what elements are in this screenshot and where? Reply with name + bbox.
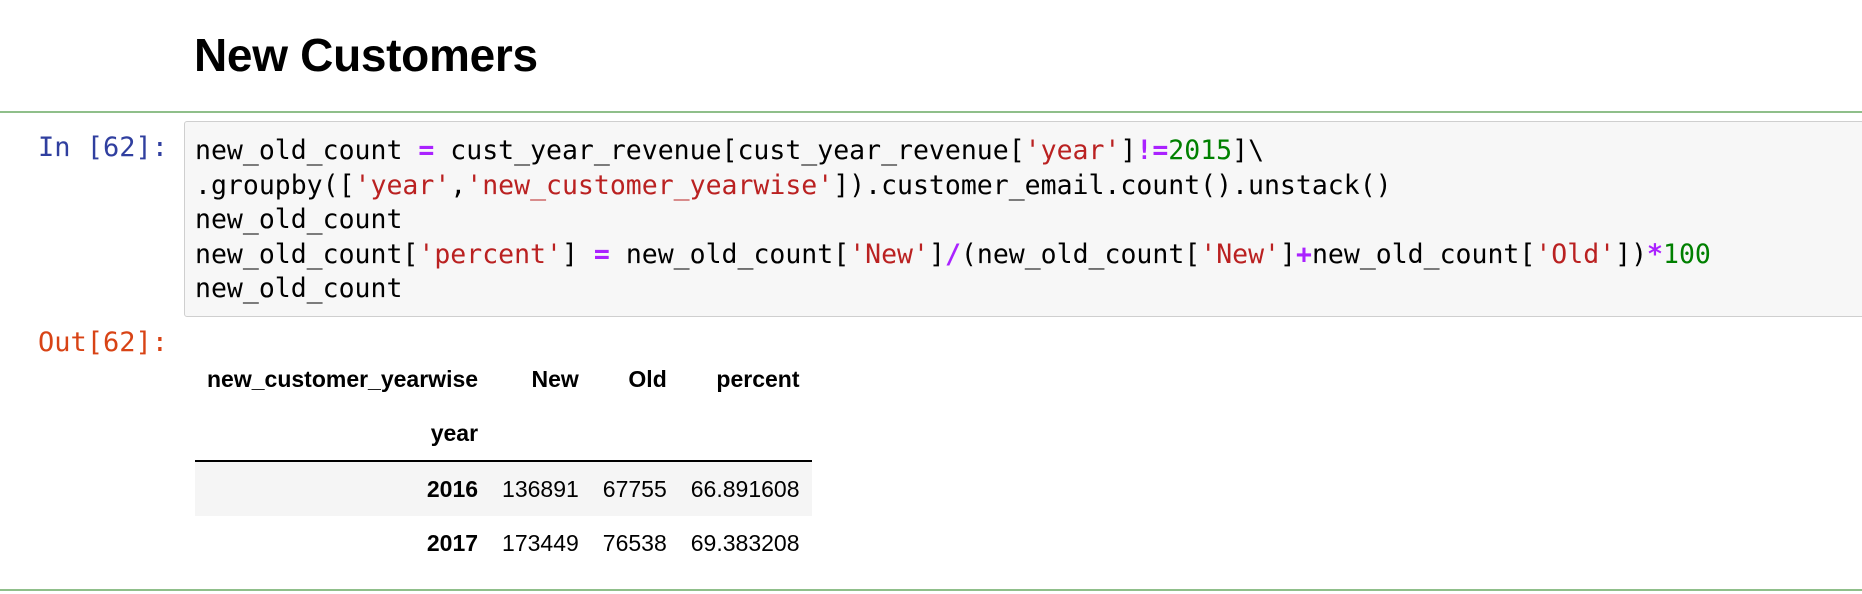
- row-index-label: 2017: [426, 529, 479, 556]
- code-token: 'year': [1024, 135, 1121, 166]
- code-token: 'New': [849, 238, 929, 270]
- table-cell: 173449: [502, 529, 579, 556]
- code-token: 'New': [1200, 238, 1281, 270]
- code-token: /: [944, 238, 961, 270]
- code-token: ,: [450, 169, 467, 201]
- code-token: +: [1295, 238, 1312, 270]
- table-row: 2017 173449 76538 69.383208: [195, 516, 812, 570]
- code-token: ]): [1615, 238, 1648, 270]
- table-cell: 69.383208: [690, 529, 800, 556]
- column-header-old: Old: [628, 365, 667, 392]
- table-cell: 76538: [602, 529, 667, 556]
- code-text[interactable]: new_old_count = cust_year_revenue[cust_y…: [195, 134, 1711, 307]
- table-row: 2016 136891 67755 66.891608: [195, 461, 812, 516]
- table-cell: 136891: [502, 475, 579, 502]
- code-token: !=: [1136, 135, 1169, 166]
- code-token: =: [593, 238, 610, 270]
- code-token: (new_old_count[: [960, 238, 1201, 270]
- code-token: 'year': [354, 169, 451, 201]
- code-token: new_old_count: [195, 204, 403, 235]
- code-token: 'Old': [1535, 238, 1616, 270]
- column-header-new: New: [531, 365, 579, 392]
- code-token: new_old_count: [195, 135, 419, 166]
- index-name-header: year: [195, 406, 491, 462]
- output-prompt: Out[62]:: [38, 327, 169, 358]
- input-prompt: In [62]:: [38, 132, 169, 163]
- markdown-heading: New Customers: [194, 29, 538, 81]
- code-token: ]\: [1232, 135, 1265, 166]
- code-token: *: [1647, 238, 1663, 270]
- code-token: ]: [1280, 238, 1296, 270]
- code-token: =: [418, 135, 435, 166]
- code-token: cust_year_revenue[cust_year_revenue[: [434, 135, 1025, 166]
- index-header-row: year: [195, 406, 812, 462]
- column-header-percent: percent: [716, 365, 800, 392]
- code-token: ]).customer_email.count().unstack(): [833, 169, 1392, 201]
- row-index-label: 2016: [426, 475, 479, 502]
- code-token: new_old_count: [195, 273, 403, 304]
- table-cell: 67755: [602, 475, 667, 502]
- code-input-area[interactable]: new_old_count = cust_year_revenue[cust_y…: [184, 121, 1862, 317]
- code-token: 'percent': [418, 238, 562, 270]
- code-token: new_old_count[: [609, 238, 850, 270]
- columns-name-header: new_customer_yearwise: [207, 365, 479, 392]
- cell-separator: [0, 589, 1862, 591]
- table-cell: 66.891608: [690, 475, 800, 502]
- code-token: new_old_count[: [1311, 238, 1536, 270]
- dataframe-table: new_customer_yearwise New Old percent ye…: [195, 352, 812, 570]
- code-token: new_old_count[: [195, 238, 419, 270]
- code-token: 2015: [1168, 135, 1233, 166]
- code-token: 100: [1663, 238, 1711, 270]
- code-token: 'new_customer_yearwise': [466, 169, 834, 201]
- code-token: ]: [1120, 135, 1137, 166]
- code-token: ]: [928, 238, 945, 270]
- cell-separator: [0, 111, 1862, 113]
- code-token: ]: [561, 238, 594, 270]
- column-header-row: new_customer_yearwise New Old percent: [195, 352, 812, 406]
- code-token: .groupby([: [195, 169, 355, 201]
